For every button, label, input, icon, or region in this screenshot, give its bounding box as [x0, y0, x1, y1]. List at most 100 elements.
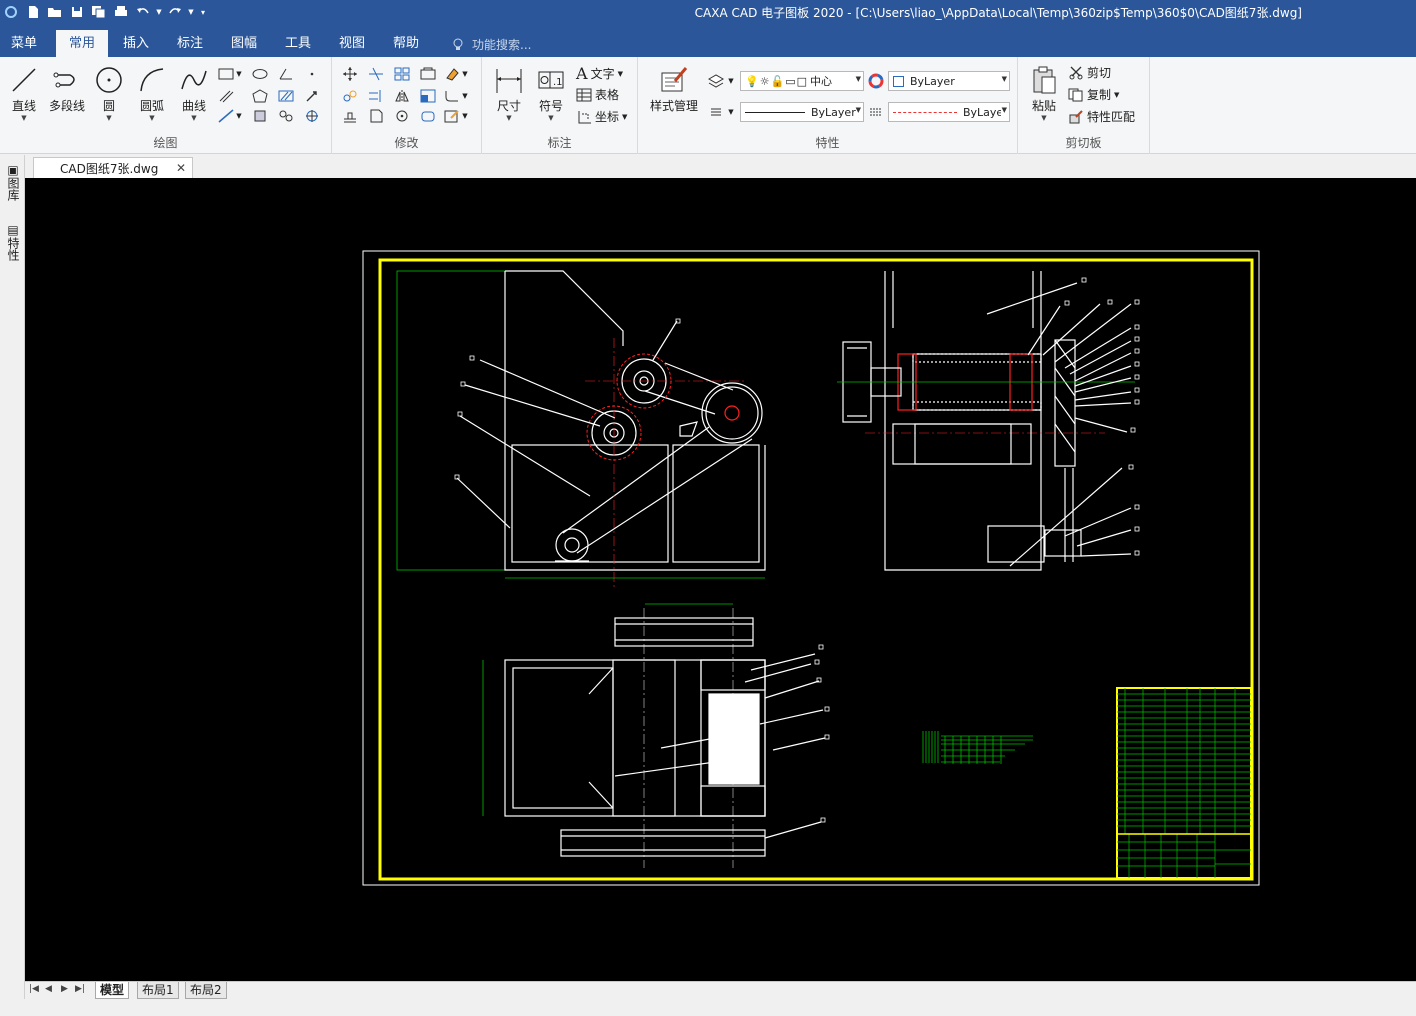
print-icon[interactable] [110, 2, 132, 22]
pointer-tool-icon[interactable] [302, 87, 322, 105]
edit-dropdown-icon[interactable]: ▼ [460, 107, 470, 125]
undo-dropdown-icon[interactable]: ▼ [154, 2, 164, 22]
ellipse-icon[interactable] [250, 65, 270, 83]
new-file-icon[interactable] [22, 2, 44, 22]
tab-help[interactable]: 帮助 [382, 30, 430, 57]
linetype-scale-icon[interactable] [866, 103, 886, 121]
layer-combo[interactable]: 💡☼🔓▭□ 中心 ▼ [740, 71, 864, 91]
trim-icon[interactable] [366, 65, 386, 83]
group-modify-title: 修改 [394, 136, 419, 150]
save-icon[interactable] [66, 2, 88, 22]
layer-manager-dropdown-icon[interactable]: ▼ [726, 72, 736, 90]
table-button[interactable]: 表格 [576, 86, 619, 103]
side-tab-properties[interactable]: ▤特性 [5, 223, 22, 261]
image-insert-icon[interactable] [276, 107, 296, 125]
color-wheel-icon[interactable] [866, 72, 886, 90]
linetype-sample-icon [893, 111, 957, 113]
undo-icon[interactable] [132, 2, 154, 22]
copy-objects-icon[interactable] [340, 87, 360, 105]
circle-button[interactable]: 圆 ▼ [92, 63, 126, 122]
point-icon[interactable] [302, 65, 322, 83]
open-file-icon[interactable] [44, 2, 66, 22]
explode-icon[interactable] [418, 107, 438, 125]
copy-button[interactable]: 复制 ▼ [1068, 86, 1119, 103]
rectangle-dropdown-icon[interactable]: ▼ [234, 65, 244, 83]
layout-tab-1[interactable]: 布局1 [137, 982, 179, 999]
arc-icon [140, 68, 164, 92]
text-button[interactable]: A 文字 ▼ [576, 64, 623, 83]
move-icon[interactable] [340, 65, 360, 83]
close-tab-icon[interactable]: ✕ [176, 161, 186, 175]
cut-button[interactable]: 剪切 [1068, 64, 1111, 81]
hatch-icon[interactable] [276, 87, 296, 105]
tab-annotate[interactable]: 标注 [166, 30, 214, 57]
extend-icon[interactable] [366, 87, 386, 105]
rectangle-icon[interactable] [216, 65, 236, 83]
linewidth-combo[interactable]: ByLayer ▼ [740, 102, 864, 122]
array-icon[interactable] [392, 65, 412, 83]
color-combo[interactable]: ByLayer ▼ [888, 71, 1010, 91]
prev-layout-icon[interactable]: ◀ [45, 984, 52, 994]
break-icon[interactable] [366, 107, 386, 125]
tab-view[interactable]: 视图 [328, 30, 376, 57]
centerline-icon[interactable] [302, 107, 322, 125]
construction-line-icon[interactable] [216, 107, 236, 125]
angle-line-icon[interactable] [276, 65, 296, 83]
next-layout-icon[interactable]: ▶ [61, 984, 68, 994]
function-search[interactable]: 功能搜索... [452, 36, 531, 53]
layer-list-dropdown-icon[interactable]: ▼ [726, 103, 736, 121]
parallel-line-icon[interactable] [216, 87, 236, 105]
edit-icon[interactable] [442, 107, 462, 125]
construction-dropdown-icon[interactable]: ▼ [234, 107, 244, 125]
fillet-icon[interactable] [442, 87, 462, 105]
tab-menu[interactable]: 菜单 [0, 30, 48, 57]
stretch-icon[interactable] [418, 65, 438, 83]
redo-icon[interactable] [164, 2, 186, 22]
layout-tab-2[interactable]: 布局2 [185, 982, 227, 999]
layer-list-icon[interactable] [706, 103, 726, 121]
caxa-cad-window: ▼ ▼ ▾ CAXA CAD 电子图板 2020 - [C:\Users\lia… [0, 0, 1416, 1016]
redo-dropdown-icon[interactable]: ▼ [186, 2, 196, 22]
eraser-icon[interactable] [442, 65, 462, 83]
mirror-icon[interactable] [392, 87, 412, 105]
layer-name: 中心 [810, 75, 833, 88]
paste-button[interactable]: 粘贴 ▼ [1026, 63, 1062, 122]
table-icon [576, 88, 592, 101]
match-properties-button[interactable]: 特性匹配 [1068, 108, 1135, 125]
layer-manager-icon[interactable] [706, 72, 726, 90]
app-logo-icon[interactable] [0, 2, 22, 22]
last-layout-icon[interactable]: ▶| [75, 984, 85, 994]
arc-button[interactable]: 圆弧 ▼ [132, 63, 172, 122]
tab-sheet[interactable]: 图幅 [220, 30, 268, 57]
linetype-combo[interactable]: ByLayer ▼ [888, 102, 1010, 122]
polyline-button[interactable]: 多段线 [44, 63, 90, 114]
document-tab[interactable]: CAD图纸7张.dwg ✕ [33, 157, 193, 178]
block-icon[interactable] [250, 107, 270, 125]
scale-icon[interactable] [418, 87, 438, 105]
linetype-value: ByLayer [963, 105, 1001, 119]
offset-icon[interactable] [340, 107, 360, 125]
polygon-icon[interactable] [250, 87, 270, 105]
side-tab-library[interactable]: ▣图库 [5, 163, 22, 201]
eraser-dropdown-icon[interactable]: ▼ [460, 65, 470, 83]
customize-qat-icon[interactable]: ▾ [196, 2, 210, 22]
symbol-button[interactable]: .1 符号 ▼ [532, 63, 570, 122]
drawing-canvas[interactable] [25, 178, 1416, 981]
style-manager-button[interactable]: 样式管理 [646, 63, 702, 114]
save-all-icon[interactable] [88, 2, 110, 22]
tab-tools[interactable]: 工具 [274, 30, 322, 57]
first-layout-icon[interactable]: |◀ [29, 984, 39, 994]
layout-tab-model[interactable]: 模型 [95, 982, 130, 999]
group-draw: 直线 ▼ 多段线 圆 ▼ 圆弧 ▼ 曲线 ▼ ▼ ▼ 绘图 [0, 57, 332, 154]
properties-icon: ▤ [6, 223, 20, 237]
paste-icon [1033, 66, 1056, 94]
polyline-label: 多段线 [48, 99, 85, 113]
coordinate-button[interactable]: 坐标 ▼ [576, 108, 627, 125]
line-button[interactable]: 直线 ▼ [6, 63, 42, 122]
dimension-button[interactable]: 尺寸 ▼ [490, 63, 528, 122]
tab-common[interactable]: 常用 [56, 30, 108, 57]
fillet-dropdown-icon[interactable]: ▼ [460, 87, 470, 105]
rotate-icon[interactable] [392, 107, 412, 125]
tab-insert[interactable]: 插入 [112, 30, 160, 57]
curve-button[interactable]: 曲线 ▼ [174, 63, 214, 122]
